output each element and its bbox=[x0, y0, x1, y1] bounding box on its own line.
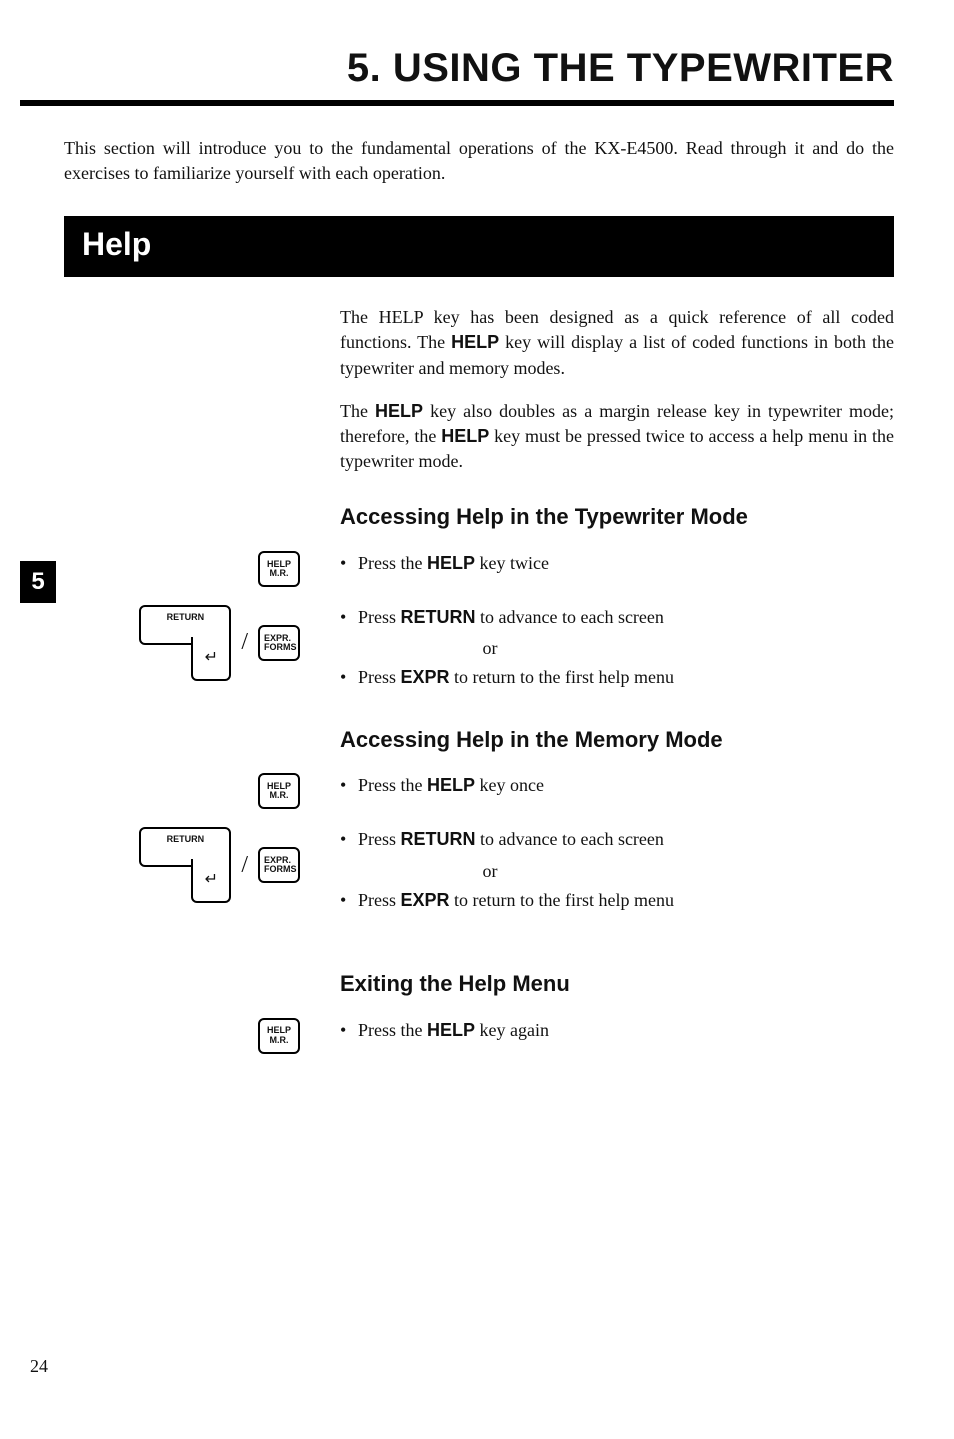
text: to advance to each screen bbox=[476, 607, 664, 627]
text: Press bbox=[358, 890, 401, 910]
bullet: Press the HELP key again bbox=[340, 1018, 894, 1043]
text: key again bbox=[475, 1020, 549, 1040]
subhead-typewriter-mode: Accessing Help in the Typewriter Mode bbox=[340, 502, 894, 533]
bullet: Press the HELP key once bbox=[340, 773, 894, 798]
text: Press bbox=[358, 829, 401, 849]
key-label: FORMS bbox=[264, 865, 297, 874]
text-bold: RETURN bbox=[401, 607, 476, 627]
text-bold: HELP bbox=[427, 1020, 475, 1040]
text: to return to the first help menu bbox=[450, 890, 674, 910]
bullet: Press RETURN to advance to each screen bbox=[340, 605, 894, 630]
section-banner-help: Help bbox=[64, 216, 894, 277]
subhead-exiting: Exiting the Help Menu bbox=[340, 969, 894, 1000]
expr-key-icon: EXPR. FORMS bbox=[258, 847, 300, 883]
expr-key-icon: EXPR. FORMS bbox=[258, 625, 300, 661]
return-arrow-icon: ↵ bbox=[191, 637, 231, 681]
help-key-icon: HELP M.R. bbox=[258, 1018, 300, 1054]
intro-paragraph: This section will introduce you to the f… bbox=[64, 136, 894, 186]
text-bold: EXPR bbox=[401, 890, 450, 910]
bullet: Press EXPR to return to the first help m… bbox=[340, 888, 894, 913]
text: to advance to each screen bbox=[476, 829, 664, 849]
key-label: M.R. bbox=[270, 1036, 289, 1045]
key-label: M.R. bbox=[270, 569, 289, 578]
text-bold: HELP bbox=[375, 401, 423, 421]
help-key-icon: HELP M.R. bbox=[258, 551, 300, 587]
chapter-title: 5. USING THE TYPEWRITER bbox=[20, 40, 894, 106]
text: The bbox=[340, 401, 375, 421]
slash-separator: / bbox=[241, 626, 248, 660]
subhead-memory-mode: Accessing Help in the Memory Mode bbox=[340, 725, 894, 756]
text-bold: RETURN bbox=[401, 829, 476, 849]
text: Press the bbox=[358, 775, 427, 795]
text-bold: HELP bbox=[427, 553, 475, 573]
text-bold: HELP bbox=[451, 332, 499, 352]
or-text: or bbox=[340, 859, 640, 884]
bullet: Press EXPR to return to the first help m… bbox=[340, 665, 894, 690]
text: Press the bbox=[358, 1020, 427, 1040]
text-bold: HELP bbox=[427, 775, 475, 795]
slash-separator: / bbox=[241, 849, 248, 883]
help-paragraph-2: The HELP key also doubles as a margin re… bbox=[340, 399, 894, 475]
key-label: M.R. bbox=[270, 791, 289, 800]
bullet: Press RETURN to advance to each screen bbox=[340, 827, 894, 852]
text: Press the bbox=[358, 553, 427, 573]
return-key-icon: RETURN ↵ bbox=[139, 827, 231, 903]
key-label: FORMS bbox=[264, 643, 297, 652]
text: Press bbox=[358, 667, 401, 687]
or-text: or bbox=[340, 636, 640, 661]
chapter-tab-5: 5 bbox=[20, 561, 56, 603]
page-number: 24 bbox=[30, 1354, 894, 1379]
text: key once bbox=[475, 775, 544, 795]
text: key twice bbox=[475, 553, 549, 573]
text: Press bbox=[358, 607, 401, 627]
return-key-icon: RETURN ↵ bbox=[139, 605, 231, 681]
return-arrow-icon: ↵ bbox=[191, 859, 231, 903]
help-key-icon: HELP M.R. bbox=[258, 773, 300, 809]
help-paragraph-1: The HELP key has been designed as a quic… bbox=[340, 305, 894, 381]
text: to return to the first help menu bbox=[450, 667, 674, 687]
bullet: Press the HELP key twice bbox=[340, 551, 894, 576]
text-bold: HELP bbox=[441, 426, 489, 446]
text-bold: EXPR bbox=[401, 667, 450, 687]
